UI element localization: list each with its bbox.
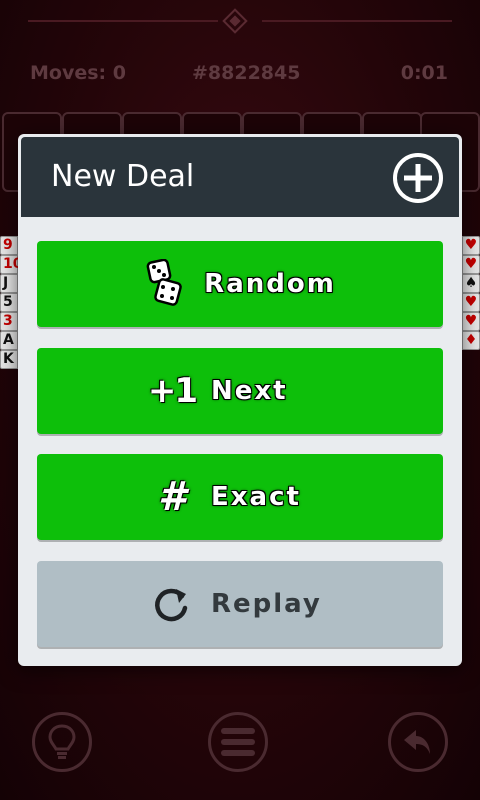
plus-one-icon: +1 [147, 366, 198, 416]
card-edge[interactable]: ♥ [462, 255, 480, 274]
dice-icon [144, 259, 186, 309]
hint-button[interactable] [32, 712, 92, 772]
next-label: Next [211, 376, 288, 406]
hash-glyph: # [158, 474, 186, 520]
top-ornament-icon [222, 8, 248, 34]
menu-button[interactable] [208, 712, 268, 772]
card-edge[interactable]: ♠ [462, 274, 480, 293]
card-edge[interactable]: ♥ [462, 293, 480, 312]
top-divider-right [262, 20, 452, 22]
replay-icon [151, 579, 193, 629]
card-edge[interactable]: 10 [0, 255, 22, 274]
timer: 0:01 [400, 62, 448, 84]
card-edge[interactable]: K [0, 350, 18, 369]
tableau-column-right[interactable]: ♥ ♥ ♠ ♥ ♥ ♦ [462, 236, 480, 350]
next-button[interactable]: +1 Next [37, 348, 443, 434]
card-edge[interactable]: 9 [0, 236, 18, 255]
card-edge[interactable]: ♥ [462, 236, 480, 255]
undo-button[interactable] [388, 712, 448, 772]
card-edge[interactable]: J [0, 274, 18, 293]
plus-one-glyph: +1 [147, 371, 198, 411]
card-edge[interactable]: ♥ [462, 312, 480, 331]
random-label: Random [204, 269, 336, 299]
top-divider-left [28, 20, 218, 22]
deal-number: #8822845 [192, 62, 301, 84]
add-button[interactable] [391, 151, 445, 205]
hash-icon: # [151, 472, 193, 522]
tableau-column-left[interactable]: 9 10 J 5 3 A K [0, 236, 22, 369]
dialog-header: New Deal [21, 137, 459, 217]
dialog-title: New Deal [51, 159, 195, 194]
card-edge[interactable]: 5 [0, 293, 18, 312]
lightbulb-icon [48, 724, 76, 759]
replay-button[interactable]: Replay [37, 561, 443, 647]
menu-icon [221, 728, 255, 756]
plus-circle-icon [393, 153, 443, 203]
exact-label: Exact [211, 482, 301, 512]
card-edge[interactable]: ♦ [462, 331, 480, 350]
card-edge[interactable]: A [0, 331, 18, 350]
moves-counter: Moves: 0 [30, 62, 126, 84]
new-deal-dialog: New Deal Random +1 Next # Exact Replay [18, 134, 462, 666]
undo-icon [404, 730, 430, 754]
replay-label: Replay [211, 589, 322, 619]
random-button[interactable]: Random [37, 241, 443, 327]
card-edge[interactable]: 3 [0, 312, 18, 331]
exact-button[interactable]: # Exact [37, 454, 443, 540]
